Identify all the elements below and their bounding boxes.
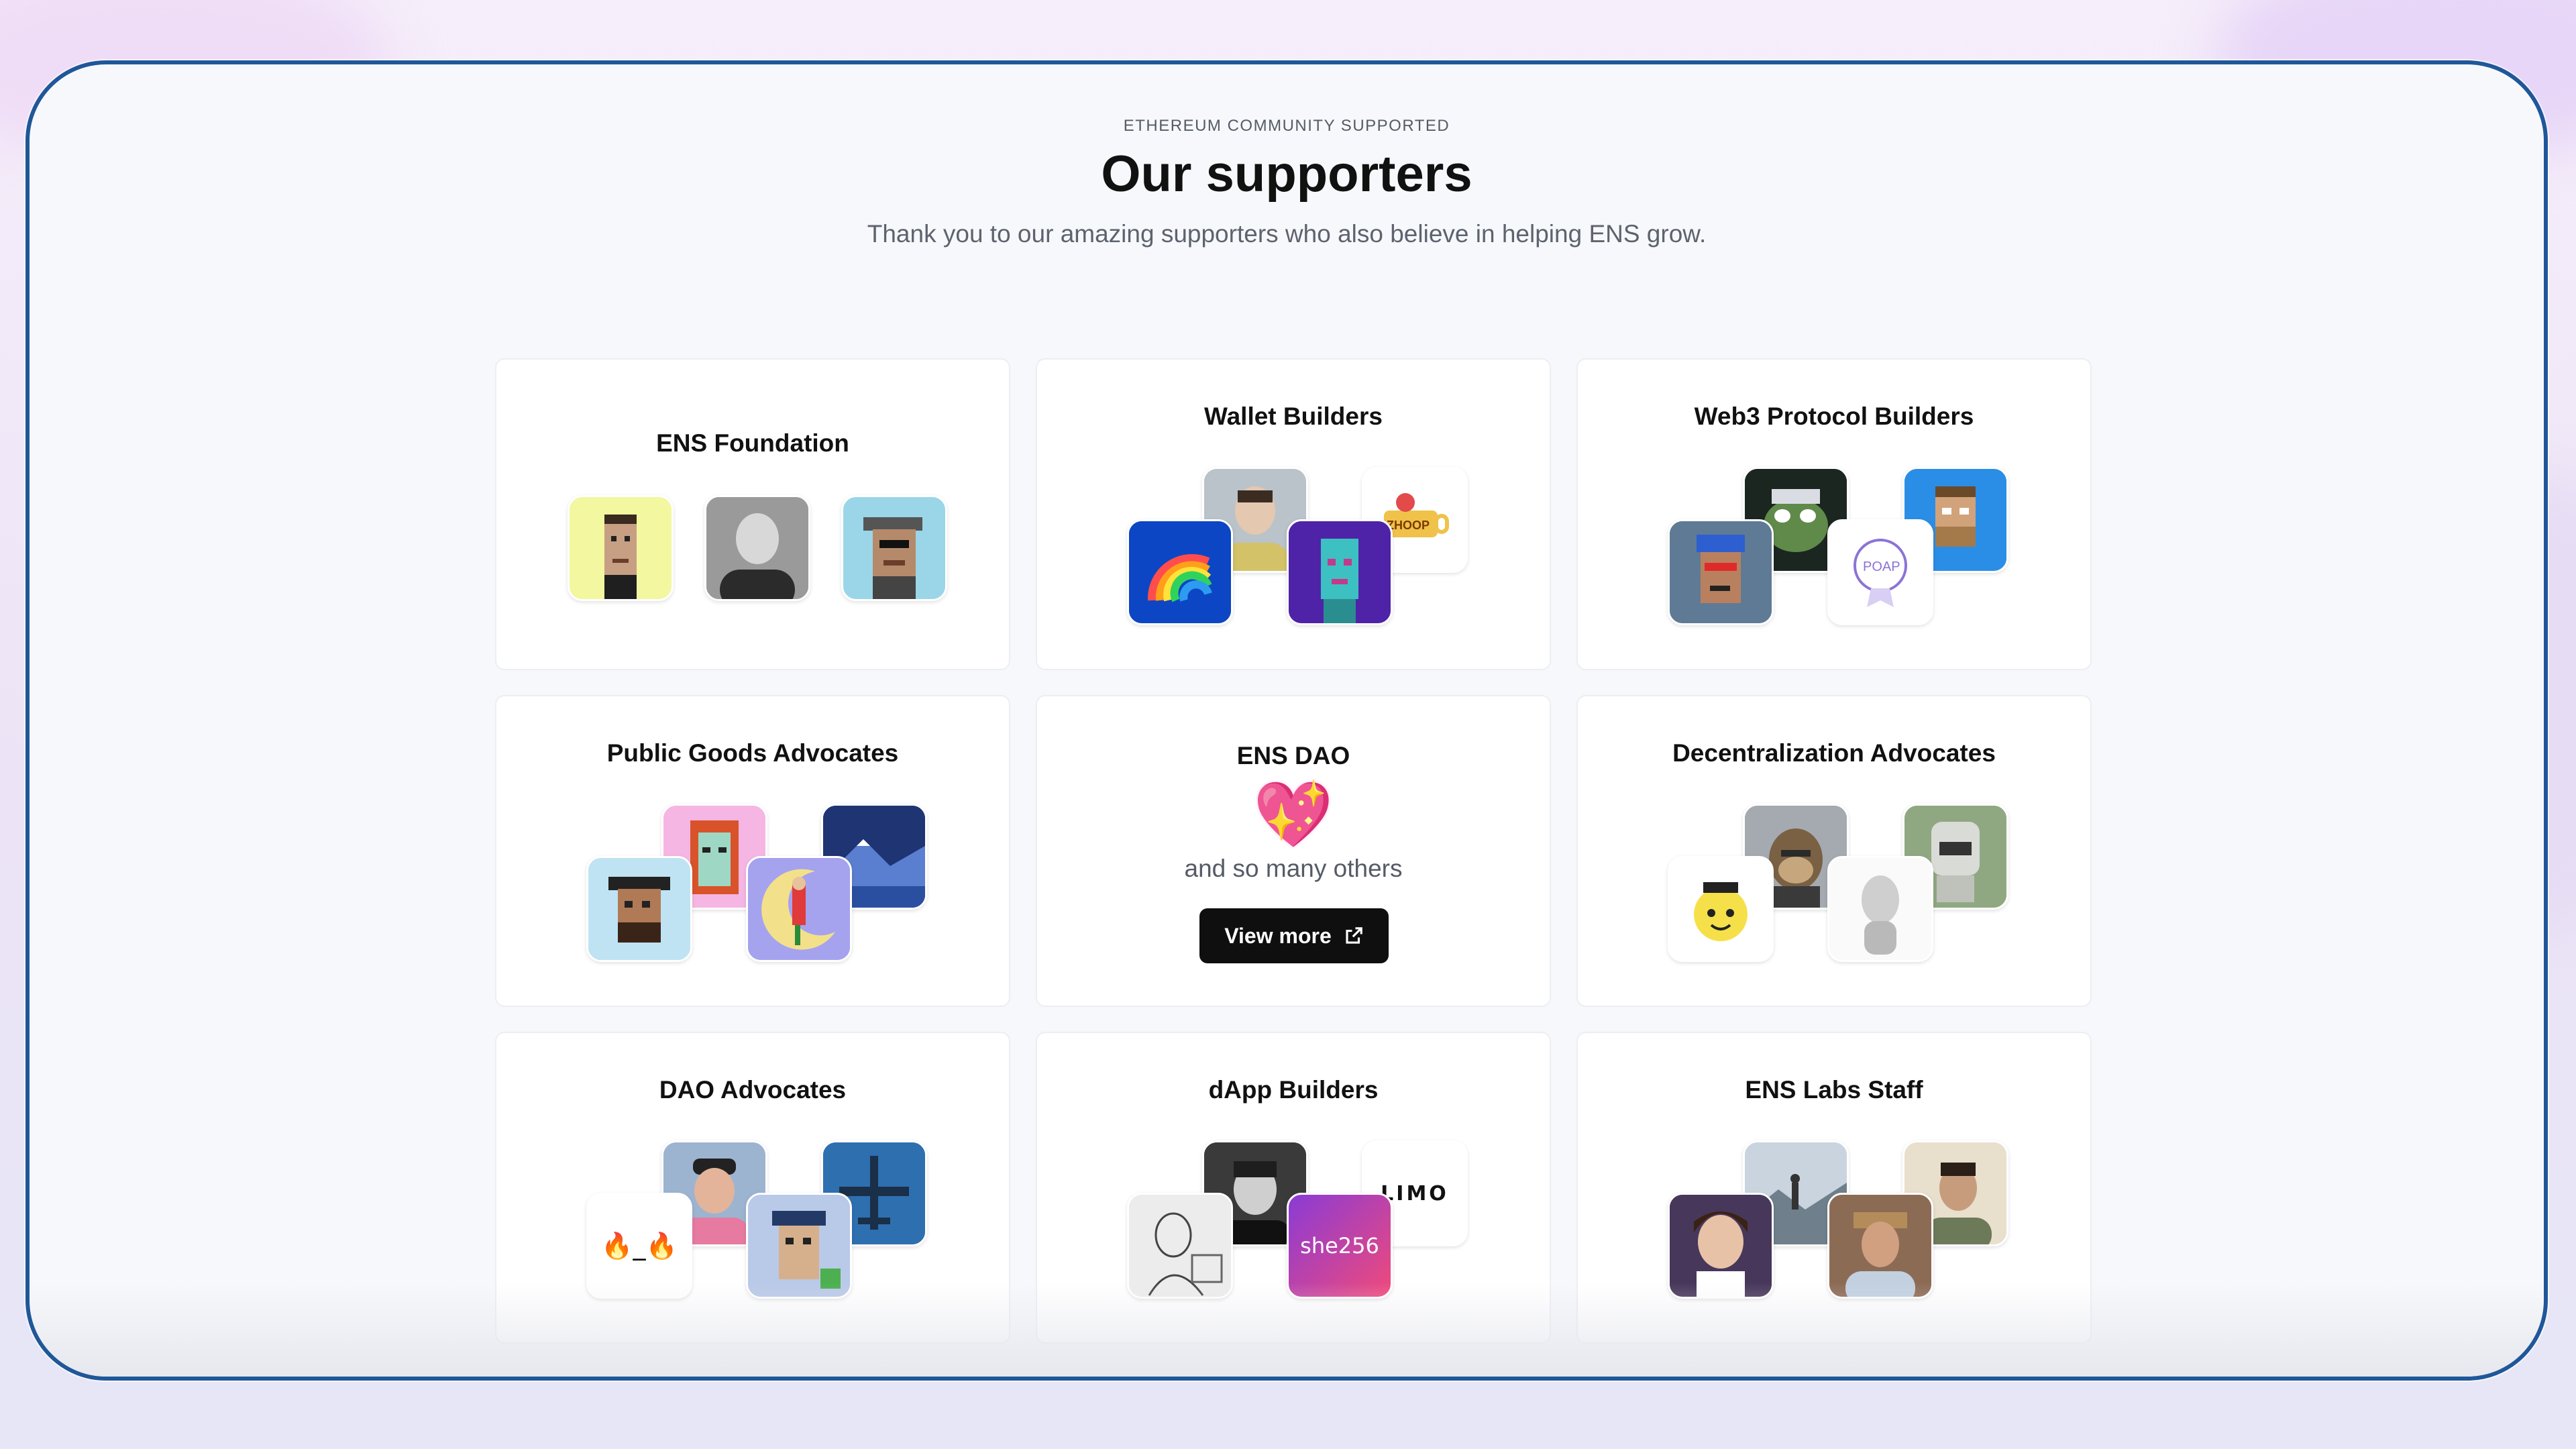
browser-frame: ETHEREUM COMMUNITY SUPPORTED Our support…	[25, 60, 2548, 1381]
sparkling-heart-icon: 💖	[1253, 777, 1334, 852]
external-link-icon	[1346, 927, 1362, 944]
card-web3-protocol-builders: Web3 Protocol Builders POAP	[1576, 358, 2092, 670]
card-title: ENS Labs Staff	[1745, 1076, 1923, 1104]
pixel-punk-zombie-avatar	[1287, 519, 1393, 625]
fire-face-text: 🔥_🔥	[601, 1230, 678, 1260]
poap-logo-avatar: POAP	[1827, 519, 1933, 625]
pixel-punk-yellow-avatar	[568, 495, 674, 601]
card-title: Decentralization Advocates	[1672, 739, 1996, 767]
dragon-rider-art-avatar	[746, 856, 852, 962]
others-text: and so many others	[1184, 855, 1403, 882]
page-subtitle: Thank you to our amazing supporters who …	[867, 220, 1707, 248]
svg-text:POAP: POAP	[1863, 559, 1900, 574]
pixel-punk-blue-avatar	[1668, 519, 1774, 625]
card-title: Wallet Builders	[1204, 402, 1383, 430]
photo-portrait-bw-avatar	[704, 495, 810, 601]
pixel-punk-hat-avatar	[586, 856, 692, 962]
marble-bust-avatar	[1827, 856, 1933, 962]
view-more-label: View more	[1224, 923, 1332, 948]
card-ens-dao: ENS DAO 💖 and so many others View more	[1036, 695, 1551, 1007]
rainbow-logo-avatar	[1127, 519, 1233, 625]
cartoon-character-avatar	[1668, 856, 1774, 962]
card-title: Web3 Protocol Builders	[1694, 402, 1974, 430]
card-decentralization-advocates: Decentralization Advocates	[1576, 695, 2092, 1007]
svg-text:ZHOOP: ZHOOP	[1387, 519, 1430, 532]
card-title: dApp Builders	[1208, 1076, 1379, 1104]
card-public-goods-advocates: Public Goods Advocates	[495, 695, 1010, 1007]
card-title: ENS Foundation	[656, 429, 849, 457]
section-eyebrow: ETHEREUM COMMUNITY SUPPORTED	[1123, 117, 1450, 135]
card-wallet-builders: Wallet Builders ZHOOP	[1036, 358, 1551, 670]
she256-text: she256	[1300, 1233, 1379, 1258]
card-title: ENS DAO	[1236, 742, 1350, 769]
card-ens-foundation: ENS Foundation	[495, 358, 1010, 670]
card-title: Public Goods Advocates	[606, 739, 899, 767]
page-title: Our supporters	[1101, 146, 1472, 203]
pixel-punk-cap-avatar	[841, 495, 947, 601]
bottom-fade	[30, 1283, 2544, 1377]
view-more-button[interactable]: View more	[1199, 908, 1389, 963]
card-title: DAO Advocates	[659, 1076, 847, 1104]
